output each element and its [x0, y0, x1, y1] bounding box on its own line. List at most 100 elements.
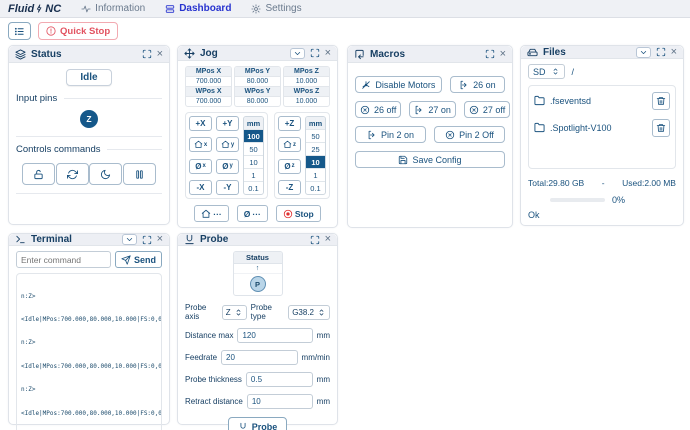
pin-2-on-button[interactable]: Pin 2 on [355, 126, 426, 143]
probe-axis-row: Probe axis Z Probe type G38.2 [185, 303, 330, 321]
close-icon[interactable]: × [671, 47, 677, 58]
trash-icon [656, 123, 666, 133]
home-all-button[interactable]: ··· [194, 205, 229, 222]
send-button[interactable]: Send [115, 251, 162, 268]
z-step-option[interactable]: 50 [306, 130, 325, 143]
close-icon[interactable]: × [325, 48, 331, 59]
z-step-option[interactable]: 0.1 [306, 182, 325, 194]
expand-icon[interactable] [310, 48, 320, 58]
probe-thickness-row: Probe thickness mm [185, 372, 330, 387]
expand-icon[interactable] [485, 49, 495, 59]
panel-menu-button[interactable] [122, 234, 137, 245]
probe-thickness-input[interactable] [246, 372, 313, 387]
macros-panel-header: Macros × [348, 46, 512, 63]
xy-step-option[interactable]: 50 [244, 143, 263, 156]
close-icon[interactable]: × [157, 49, 163, 60]
distance-max-input[interactable] [237, 328, 312, 343]
z-step-unit: mm [306, 117, 325, 130]
feedrate-input[interactable] [221, 350, 298, 365]
panel-menu-button[interactable] [290, 48, 305, 59]
files-panel-header: Files × [521, 46, 683, 59]
probe-status-header: Status [234, 252, 282, 264]
unlock-icon [33, 169, 44, 180]
home-z-button[interactable]: z [278, 137, 301, 152]
x-circle-icon [445, 130, 455, 140]
close-icon[interactable]: × [325, 234, 331, 245]
zero-y-button[interactable]: Øy [216, 159, 239, 174]
macro-27-off-button[interactable]: 27 off [464, 101, 510, 118]
home-icon [201, 209, 211, 219]
feedrate-label: Feedrate [185, 353, 217, 362]
macro-27-on-button[interactable]: 27 on [409, 101, 456, 118]
z-step-option[interactable]: 10 [306, 156, 325, 169]
close-icon[interactable]: × [157, 234, 163, 245]
status-panel: Status × Idle Input pins Z Controls comm… [8, 45, 170, 225]
xy-step-option[interactable]: 10 [244, 156, 263, 169]
expand-icon[interactable] [142, 49, 152, 59]
save-config-button[interactable]: Save Config [355, 151, 505, 168]
probe-type-select[interactable]: G38.2 [288, 305, 330, 320]
jog-panel-title: Jog [200, 48, 218, 59]
nav-settings[interactable]: Settings [251, 3, 301, 14]
layers-icon [15, 49, 26, 60]
jog-minus-x-button[interactable]: -X [189, 180, 212, 195]
pin-2-off-button[interactable]: Pin 2 Off [434, 126, 505, 143]
panels-list-button[interactable] [8, 22, 31, 40]
delete-file-button[interactable] [652, 92, 670, 110]
zero-z-button[interactable]: Øz [278, 159, 301, 174]
probe-axis-select[interactable]: Z [222, 305, 247, 320]
z-step-selector: mm 50 25 10 1 0.1 [305, 116, 326, 195]
move-icon [184, 48, 195, 59]
home-x-button[interactable]: x [189, 137, 212, 152]
folder-icon [534, 122, 545, 133]
send-icon [121, 255, 131, 265]
jog-minus-y-button[interactable]: -Y [216, 180, 239, 195]
usage-progress: 0% [528, 195, 676, 205]
xy-step-option[interactable]: 0.1 [244, 182, 263, 194]
xy-step-option[interactable]: 100 [244, 130, 263, 143]
expand-icon[interactable] [310, 235, 320, 245]
bolt-icon [35, 4, 44, 13]
file-row[interactable]: .Spotlight-V100 [534, 114, 670, 141]
xy-step-option[interactable]: 1 [244, 169, 263, 182]
command-input[interactable] [16, 251, 111, 268]
jog-plus-y-button[interactable]: +Y [216, 116, 239, 131]
panel-menu-button[interactable] [636, 47, 651, 58]
reset-button[interactable] [56, 163, 89, 185]
command-row: Send [16, 251, 162, 268]
refresh-icon [67, 169, 78, 180]
probe-panel-title: Probe [200, 234, 228, 245]
z-step-option[interactable]: 25 [306, 143, 325, 156]
expand-icon[interactable] [656, 47, 666, 57]
jog-plus-x-button[interactable]: +X [189, 116, 212, 131]
file-row[interactable]: .fseventsd [534, 87, 670, 114]
macro-26-on-button[interactable]: 26 on [450, 76, 505, 93]
nav-information[interactable]: Information [81, 3, 145, 14]
zero-all-button[interactable]: Ø··· [237, 205, 268, 222]
macro-26-off-button[interactable]: 26 off [355, 101, 401, 118]
zero-x-button[interactable]: Øx [189, 159, 212, 174]
retract-distance-input[interactable] [247, 394, 313, 409]
jog-minus-z-button[interactable]: -Z [278, 180, 301, 195]
disable-motors-button[interactable]: Disable Motors [355, 76, 442, 93]
quick-stop-button[interactable]: Quick Stop [38, 22, 118, 40]
delete-file-button[interactable] [652, 119, 670, 137]
sleep-button[interactable] [89, 163, 122, 185]
source-select[interactable]: SD [528, 64, 565, 79]
save-icon [398, 155, 408, 165]
z-step-option[interactable]: 1 [306, 169, 325, 182]
macros-panel: Macros × Disable Motors 26 on 26 off [347, 45, 513, 228]
pause-button[interactable] [123, 163, 156, 185]
jog-stop-button[interactable]: Stop [276, 205, 321, 222]
home-y-button[interactable]: y [216, 137, 239, 152]
close-icon[interactable]: × [500, 49, 506, 60]
probe-start-button[interactable]: Probe [228, 417, 288, 430]
jog-plus-z-button[interactable]: +Z [278, 116, 301, 131]
distance-max-row: Distance max mm [185, 328, 330, 343]
file-name: .fseventsd [550, 96, 591, 106]
nav-dashboard[interactable]: Dashboard [165, 3, 231, 14]
expand-icon[interactable] [142, 235, 152, 245]
unlock-button[interactable] [22, 163, 55, 185]
folder-icon [534, 95, 545, 106]
activity-icon [81, 4, 91, 14]
